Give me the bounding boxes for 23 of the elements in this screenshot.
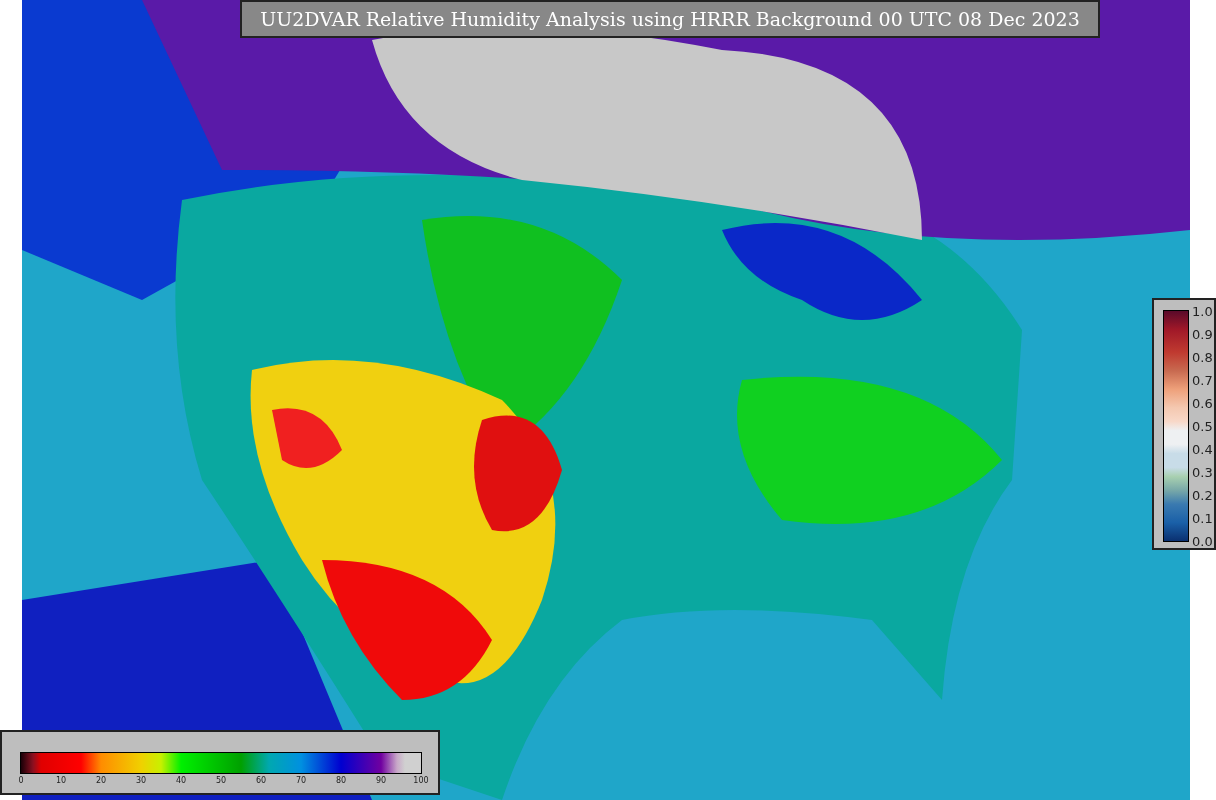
tick-label: 0.9: [1192, 326, 1213, 342]
map-title: UU2DVAR Relative Humidity Analysis using HRRR Background 00 UTC 08 Dec 2023: [240, 0, 1100, 38]
tick-label: 0.4: [1192, 441, 1213, 457]
tick-label: 0.0: [1192, 533, 1213, 549]
tick-label: 20: [95, 776, 107, 785]
tick-label: 0.1: [1192, 510, 1213, 526]
tick-label: 0.2: [1192, 487, 1213, 503]
tick-label: 90: [375, 776, 387, 785]
tick-label: 0.3: [1192, 464, 1213, 480]
tick-label: 100: [413, 776, 429, 785]
tick-label: 1.0: [1192, 303, 1213, 319]
tick-label: 60: [255, 776, 267, 785]
tick-label: 70: [295, 776, 307, 785]
tick-label: 0.7: [1192, 372, 1213, 388]
tick-label: 0.8: [1192, 349, 1213, 365]
tick-label: 30: [135, 776, 147, 785]
tick-label: 40: [175, 776, 187, 785]
tick-label: 80: [335, 776, 347, 785]
tick-label: 50: [215, 776, 227, 785]
tick-label: 0.5: [1192, 418, 1213, 434]
tick-label: 10: [55, 776, 67, 785]
tick-label: 0: [18, 776, 24, 785]
tick-label: 0.6: [1192, 395, 1213, 411]
